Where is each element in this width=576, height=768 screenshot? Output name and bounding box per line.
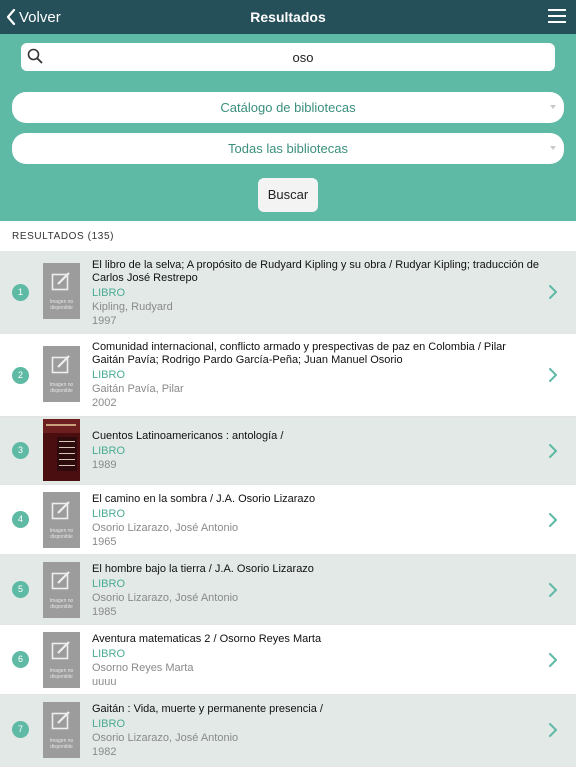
edit-icon — [51, 571, 70, 590]
result-type: LIBRO — [92, 718, 126, 730]
chevron-right-icon — [549, 285, 557, 299]
chevron-right-icon — [549, 513, 557, 527]
chevron-right-icon — [549, 444, 557, 458]
result-author: Kipling, Rudyard — [92, 301, 173, 313]
result-year: 1997 — [92, 315, 117, 327]
result-info: El libro de la selva; A propósito de Rud… — [92, 259, 540, 328]
catalog-select[interactable]: Catálogo de bibliotecas — [12, 92, 564, 123]
result-title: Aventura matematicas 2 / Osorno Reyes Ma… — [92, 633, 322, 645]
result-type: LIBRO — [92, 445, 126, 457]
result-number-badge: 3 — [12, 442, 29, 459]
result-year: 1982 — [92, 746, 117, 758]
chevron-right-icon — [549, 583, 557, 597]
result-title: Comunidad internacional, conflicto armad… — [92, 341, 506, 366]
search-input[interactable] — [61, 43, 545, 71]
edit-icon — [51, 272, 70, 291]
dropdown-caret-icon — [550, 146, 556, 150]
result-info: Comunidad internacional, conflicto armad… — [92, 341, 540, 410]
image-unavailable-placeholder: Imagen no disponible — [43, 702, 80, 758]
chevron-right-icon — [549, 368, 557, 382]
result-year: 1965 — [92, 536, 117, 548]
hamburger-menu-icon[interactable] — [548, 9, 566, 25]
edit-icon — [51, 641, 70, 660]
result-title: El libro de la selva; A propósito de Rud… — [92, 259, 539, 284]
result-author: Osorio Lizarazo, José Antonio — [92, 522, 239, 534]
result-type: LIBRO — [92, 508, 126, 520]
results-count-header: RESULTADOS (135) — [12, 231, 115, 242]
image-unavailable-placeholder: Imagen no disponible — [43, 346, 80, 402]
result-title: El camino en la sombra / J.A. Osorio Liz… — [92, 493, 316, 505]
result-info: Cuentos Latinoamericanos : antología / L… — [92, 430, 540, 472]
image-unavailable-text: Imagen no disponible — [49, 738, 74, 750]
image-unavailable-text: Imagen no disponible — [49, 528, 74, 540]
image-unavailable-text: Imagen no disponible — [49, 299, 74, 311]
result-row[interactable]: 1 Imagen no disponible El libro de la se… — [0, 251, 576, 334]
image-unavailable-text: Imagen no disponible — [49, 598, 74, 610]
edit-icon — [51, 355, 70, 374]
result-info: El camino en la sombra / J.A. Osorio Liz… — [92, 493, 540, 549]
result-number-badge: 5 — [12, 581, 29, 598]
search-button[interactable]: Buscar — [258, 178, 318, 212]
edit-icon — [51, 711, 70, 730]
library-select-value: Todas las bibliotecas — [228, 141, 348, 156]
result-title: El hombre bajo la tierra / J.A. Osorio L… — [92, 563, 314, 575]
result-number-badge: 4 — [12, 511, 29, 528]
search-panel: Catálogo de bibliotecas Todas las biblio… — [0, 34, 576, 221]
image-unavailable-placeholder: Imagen no disponible — [43, 492, 80, 548]
edit-icon — [51, 501, 70, 520]
image-unavailable-placeholder: Imagen no disponible — [43, 562, 80, 618]
dropdown-caret-icon — [550, 105, 556, 109]
result-author: Osorio Lizarazo, José Antonio — [92, 732, 239, 744]
result-row[interactable]: 4 Imagen no disponible El camino en la s… — [0, 485, 576, 555]
result-type: LIBRO — [92, 369, 126, 381]
result-row[interactable]: 5 Imagen no disponible El hombre bajo la… — [0, 555, 576, 625]
result-info: Gaitán : Vida, muerte y permanente prese… — [92, 703, 540, 759]
result-title: Cuentos Latinoamericanos : antología / — [92, 430, 284, 442]
result-year: 1985 — [92, 606, 117, 618]
library-select[interactable]: Todas las bibliotecas — [12, 133, 564, 164]
result-row[interactable]: 3 Cuentos Latinoamericanos : antología /… — [0, 417, 576, 485]
result-title: Gaitán : Vida, muerte y permanente prese… — [92, 703, 323, 715]
image-unavailable-placeholder: Imagen no disponible — [43, 263, 80, 319]
result-type: LIBRO — [92, 287, 126, 299]
result-year: uuuu — [92, 676, 117, 688]
navigation-bar: Volver Resultados — [0, 0, 576, 34]
result-author: Gaitán Pavía, Pilar — [92, 383, 184, 395]
result-author: Osorno Reyes Marta — [92, 662, 194, 674]
result-info: El hombre bajo la tierra / J.A. Osorio L… — [92, 563, 540, 619]
result-row[interactable]: 7 Imagen no disponible Gaitán : Vida, mu… — [0, 695, 576, 767]
search-box[interactable] — [21, 43, 555, 71]
image-unavailable-text: Imagen no disponible — [49, 382, 74, 394]
result-type: LIBRO — [92, 648, 126, 660]
result-number-badge: 7 — [12, 721, 29, 738]
book-cover-image — [43, 419, 80, 481]
image-unavailable-text: Imagen no disponible — [49, 668, 74, 680]
catalog-select-value: Catálogo de bibliotecas — [220, 100, 356, 115]
result-number-badge: 2 — [12, 367, 29, 384]
chevron-right-icon — [549, 653, 557, 667]
result-year: 1989 — [92, 459, 117, 471]
search-icon — [27, 48, 43, 64]
result-row[interactable]: 2 Imagen no disponible Comunidad interna… — [0, 334, 576, 417]
result-row[interactable]: 6 Imagen no disponible Aventura matemati… — [0, 625, 576, 695]
result-type: LIBRO — [92, 578, 126, 590]
chevron-right-icon — [549, 723, 557, 737]
result-author: Osorio Lizarazo, José Antonio — [92, 592, 239, 604]
page-title: Resultados — [250, 9, 326, 25]
image-unavailable-placeholder: Imagen no disponible — [43, 632, 80, 688]
result-number-badge: 1 — [12, 284, 29, 301]
result-year: 2002 — [92, 397, 117, 409]
result-number-badge: 6 — [12, 651, 29, 668]
result-info: Aventura matematicas 2 / Osorno Reyes Ma… — [92, 633, 540, 689]
